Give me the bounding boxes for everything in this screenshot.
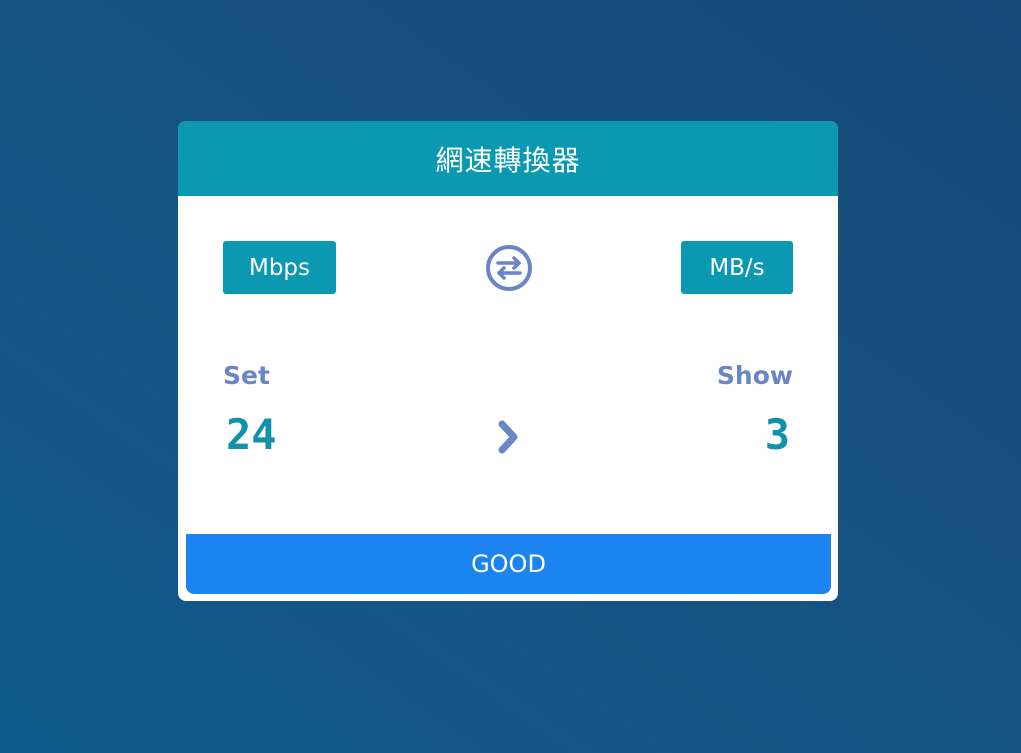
show-label: Show	[716, 361, 793, 390]
card-header: 網速轉換器	[178, 121, 838, 196]
to-unit-button[interactable]: MB/s	[681, 241, 793, 294]
set-value[interactable]: 24	[226, 410, 277, 459]
set-label: Set	[223, 361, 270, 390]
show-value: 3	[764, 410, 790, 459]
from-unit-button[interactable]: Mbps	[223, 241, 336, 294]
swap-arrows-icon[interactable]	[485, 244, 533, 292]
status-bar: GOOD	[186, 534, 831, 594]
unit-row: Mbps MB/s	[223, 241, 793, 294]
chevron-right-icon	[498, 420, 518, 454]
app-title: 網速轉換器	[435, 143, 581, 177]
status-text: GOOD	[471, 550, 546, 578]
converter-card: 網速轉換器 Mbps MB/s Set Show 24 3 GOOD	[178, 121, 838, 601]
